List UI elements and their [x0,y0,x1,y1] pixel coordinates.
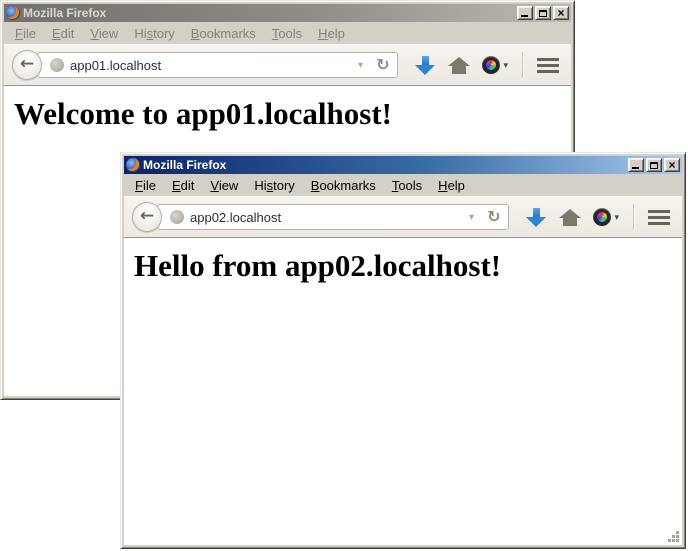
menu-item-view[interactable]: View [82,24,126,43]
menu-item-help[interactable]: Help [430,176,473,195]
maximize-button[interactable] [646,158,662,172]
menu-item-bookmarks[interactable]: Bookmarks [183,24,264,43]
home-icon [448,57,470,66]
toolbar-separator [522,52,523,78]
resize-grip[interactable] [666,529,680,543]
menu-item-tools[interactable]: Tools [264,24,310,43]
home-icon [559,209,581,218]
window-title: Mozilla Firefox [143,158,625,172]
menu-item-help[interactable]: Help [310,24,353,43]
close-button[interactable]: × [664,158,680,172]
navigation-toolbar: ← app02.localhost ▾ ↻ ▾ [124,196,682,238]
firefox-icon [6,6,20,20]
maximize-button[interactable] [535,6,551,20]
addon-color-wheel-button[interactable]: ▾ [482,56,508,74]
toolbar-separator [633,204,634,230]
download-icon [422,56,429,65]
chevron-down-icon: ▾ [614,212,619,223]
page-heading: Hello from app02.localhost! [134,248,682,284]
home-button[interactable] [553,202,587,232]
color-wheel-icon [593,208,611,226]
firefox-window-app02: Mozilla Firefox × FileEditViewHistoryBoo… [120,152,686,549]
urlbar-dropdown-icon[interactable]: ▾ [355,60,366,71]
firefox-icon [126,158,140,172]
window-controls: × [517,6,569,20]
page-heading: Welcome to app01.localhost! [14,96,571,132]
menu-item-history[interactable]: History [126,24,182,43]
download-button[interactable] [408,50,442,80]
window-controls: × [628,158,680,172]
menu-bar: FileEditViewHistoryBookmarksToolsHelp [124,174,682,196]
close-button[interactable]: × [553,6,569,20]
globe-icon [170,210,184,224]
reload-button[interactable]: ↻ [372,57,393,73]
back-icon: ← [20,56,34,73]
hamburger-menu-button[interactable] [644,202,674,232]
minimize-button[interactable] [517,6,533,20]
url-text[interactable]: app01.localhost [70,58,349,73]
menu-item-file[interactable]: File [7,24,44,43]
globe-icon [50,58,64,72]
addon-color-wheel-button[interactable]: ▾ [593,208,619,226]
menu-item-tools[interactable]: Tools [384,176,430,195]
titlebar[interactable]: Mozilla Firefox × [124,156,682,174]
minimize-icon [521,15,528,17]
download-button[interactable] [519,202,553,232]
maximize-icon [650,162,658,169]
hamburger-menu-button[interactable] [533,50,563,80]
back-icon: ← [140,208,154,225]
url-text[interactable]: app02.localhost [190,210,460,225]
window-title: Mozilla Firefox [23,6,514,20]
color-wheel-icon [482,56,500,74]
hamburger-icon [648,210,670,225]
page-content: Hello from app02.localhost! [124,238,682,545]
minimize-icon [632,167,639,169]
menu-item-history[interactable]: History [246,176,302,195]
url-bar[interactable]: app01.localhost ▾ ↻ [37,52,398,78]
menu-item-file[interactable]: File [127,176,164,195]
menu-item-edit[interactable]: Edit [44,24,82,43]
hamburger-icon [537,58,559,73]
back-button[interactable]: ← [12,50,42,80]
titlebar[interactable]: Mozilla Firefox × [4,4,571,22]
home-button[interactable] [442,50,476,80]
chevron-down-icon: ▾ [503,60,508,71]
reload-button[interactable]: ↻ [483,209,504,225]
minimize-button[interactable] [628,158,644,172]
url-bar[interactable]: app02.localhost ▾ ↻ [157,204,509,230]
menu-bar: FileEditViewHistoryBookmarksToolsHelp [4,22,571,44]
urlbar-dropdown-icon[interactable]: ▾ [466,212,477,223]
menu-item-edit[interactable]: Edit [164,176,202,195]
menu-item-bookmarks[interactable]: Bookmarks [303,176,384,195]
download-icon [533,208,540,217]
menu-item-view[interactable]: View [202,176,246,195]
navigation-toolbar: ← app01.localhost ▾ ↻ ▾ [4,44,571,86]
maximize-icon [539,10,547,17]
back-button[interactable]: ← [132,202,162,232]
